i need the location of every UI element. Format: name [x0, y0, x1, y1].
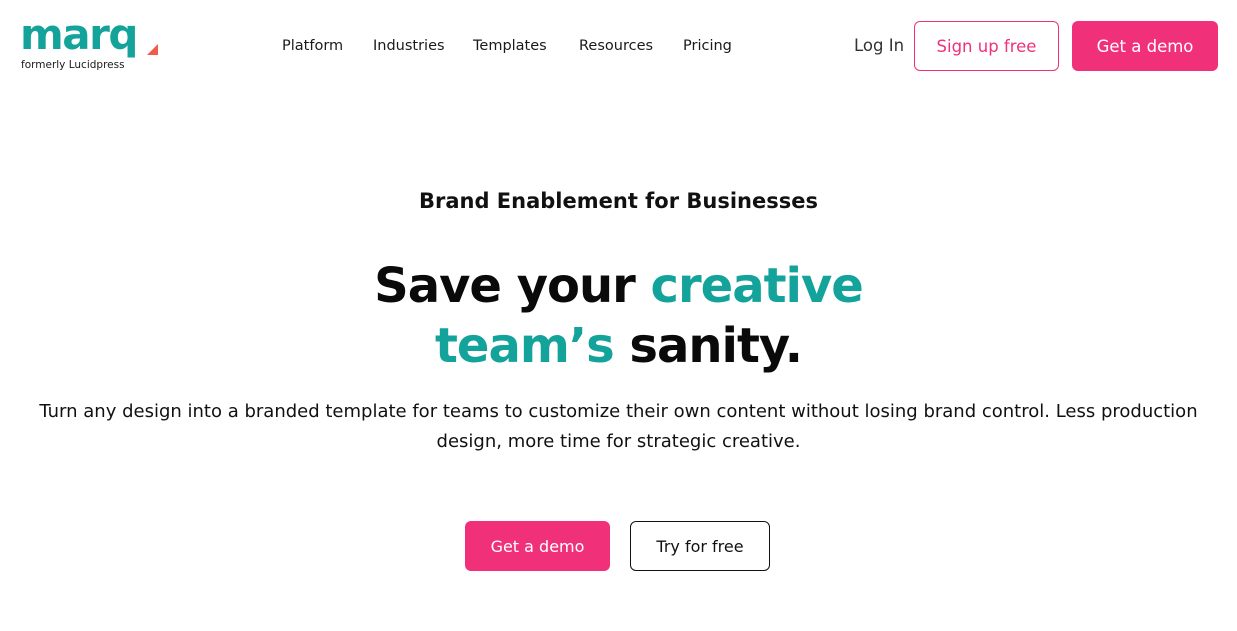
nav-item-pricing[interactable]: Pricing: [683, 36, 732, 56]
headline-part-1: Save your: [374, 258, 651, 314]
logo-wordmark: marq: [20, 10, 138, 59]
logo-flag-icon: [147, 44, 158, 55]
hero-headline: Save your creative team’s sanity.: [0, 256, 1237, 376]
nav-item-resources[interactable]: Resources: [579, 36, 653, 56]
marq-logo[interactable]: marq formerly Lucidpress: [20, 14, 160, 74]
headline-part-2: sanity.: [613, 318, 803, 374]
headline-accent-2: team’s: [434, 318, 615, 374]
nav-item-industries[interactable]: Industries: [373, 36, 445, 56]
login-link[interactable]: Log In: [854, 35, 904, 57]
hero-eyebrow: Brand Enablement for Businesses: [418, 189, 818, 213]
headline-accent-1: creative: [650, 258, 864, 314]
hero-description: Turn any design into a branded template …: [39, 401, 1198, 452]
try-free-button[interactable]: Try for free: [630, 521, 770, 571]
hero-demo-button[interactable]: Get a demo: [465, 521, 610, 571]
signup-button[interactable]: Sign up free: [914, 21, 1059, 71]
nav-item-platform[interactable]: Platform: [282, 36, 343, 56]
logo-tagline: formerly Lucidpress: [21, 59, 125, 71]
nav-item-templates[interactable]: Templates: [473, 36, 547, 56]
page: marq formerly Lucidpress Platform Indust…: [0, 0, 1237, 631]
header-demo-button[interactable]: Get a demo: [1072, 21, 1218, 71]
